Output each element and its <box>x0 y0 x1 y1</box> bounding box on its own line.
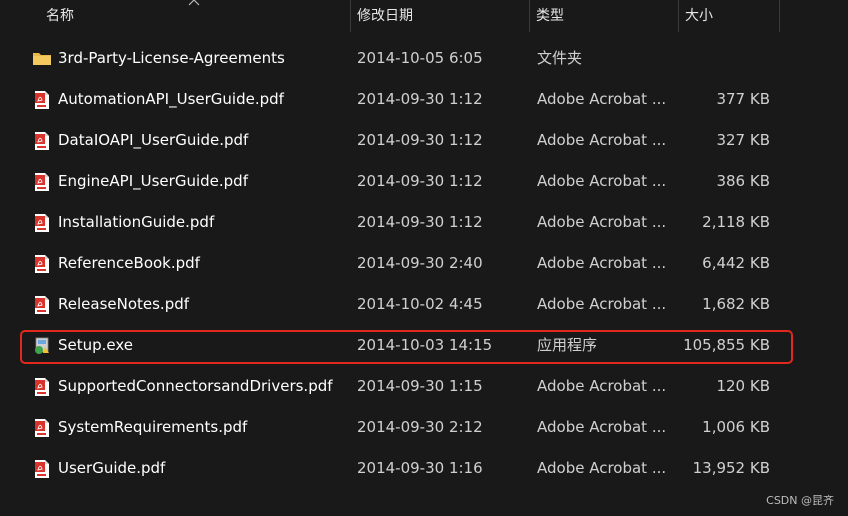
file-date: 2014-09-30 2:40 <box>357 254 483 272</box>
file-date: 2014-09-30 1:16 <box>357 459 483 477</box>
column-divider[interactable] <box>779 0 780 32</box>
file-name: AutomationAPI_UserGuide.pdf <box>58 90 284 108</box>
column-header-bar: 名称 修改日期 类型 大小 <box>0 0 848 32</box>
column-header-type[interactable]: 类型 <box>530 0 678 32</box>
file-row[interactable]: ReleaseNotes.pdf 2014-10-02 4:45 Adobe Acr… <box>0 284 848 325</box>
file-row[interactable]: EngineAPI_UserGuide.pdf 2014-09-30 1:12 Ad… <box>0 161 848 202</box>
pdf-file-icon <box>33 377 51 397</box>
file-type: 文件夹 <box>537 49 583 67</box>
file-row[interactable]: InstallationGuide.pdf 2014-09-30 1:12 Adob… <box>0 202 848 243</box>
column-header-date-label: 修改日期 <box>357 8 413 24</box>
file-date: 2014-09-30 2:12 <box>357 418 483 436</box>
file-name: Setup.exe <box>58 336 134 354</box>
file-type: Adobe Acrobat ... <box>537 213 667 231</box>
folder-icon <box>33 49 51 69</box>
file-size <box>680 38 770 79</box>
file-name: SystemRequirements.pdf <box>58 418 248 436</box>
file-date: 2014-09-30 1:12 <box>357 131 483 149</box>
file-type: Adobe Acrobat ... <box>537 377 667 395</box>
file-type: 应用程序 <box>537 336 598 354</box>
file-date: 2014-09-30 1:15 <box>357 377 483 395</box>
pdf-file-icon <box>33 254 51 274</box>
file-date: 2014-10-05 6:05 <box>357 49 483 67</box>
file-type: Adobe Acrobat ... <box>537 172 667 190</box>
column-header-date[interactable]: 修改日期 <box>351 0 529 32</box>
file-type: Adobe Acrobat ... <box>537 459 667 477</box>
file-type: Adobe Acrobat ... <box>537 418 667 436</box>
column-header-size[interactable]: 大小 <box>679 0 779 32</box>
file-name: EngineAPI_UserGuide.pdf <box>58 172 248 190</box>
file-type: Adobe Acrobat ... <box>537 131 667 149</box>
file-size: 105,855 KB <box>683 336 770 354</box>
file-size: 6,442 KB <box>702 254 770 272</box>
file-size: 1,006 KB <box>702 418 770 436</box>
file-row[interactable]: Setup.exe 2014-10-03 14:15 应用程序 105,855 KB <box>0 325 848 366</box>
column-header-name-label: 名称 <box>46 8 74 24</box>
sort-ascending-icon <box>188 0 200 6</box>
column-header-type-label: 类型 <box>536 8 564 24</box>
file-name: DataIOAPI_UserGuide.pdf <box>58 131 249 149</box>
setup-exe-icon <box>33 336 51 356</box>
file-name: 3rd-Party-License-Agreements <box>58 49 285 67</box>
file-name: ReferenceBook.pdf <box>58 254 200 272</box>
file-row[interactable]: SystemRequirements.pdf 2014-09-30 2:12 Ado… <box>0 407 848 448</box>
file-type: Adobe Acrobat ... <box>537 90 667 108</box>
file-row[interactable]: AutomationAPI_UserGuide.pdf 2014-09-30 1:… <box>0 79 848 120</box>
file-type: Adobe Acrobat ... <box>537 295 667 313</box>
file-row[interactable]: UserGuide.pdf 2014-09-30 1:16 Adobe Acroba… <box>0 448 848 489</box>
pdf-file-icon <box>33 213 51 233</box>
pdf-file-icon <box>33 131 51 151</box>
file-row[interactable]: SupportedConnectorsandDrivers.pdf 2014-09… <box>0 366 848 407</box>
pdf-file-icon <box>33 459 51 479</box>
file-name: ReleaseNotes.pdf <box>58 295 190 313</box>
pdf-file-icon <box>33 418 51 438</box>
file-date: 2014-09-30 1:12 <box>357 90 483 108</box>
file-size: 386 KB <box>716 172 770 190</box>
file-name: UserGuide.pdf <box>58 459 166 477</box>
column-header-size-label: 大小 <box>685 8 713 24</box>
file-size: 377 KB <box>716 90 770 108</box>
file-date: 2014-09-30 1:12 <box>357 172 483 190</box>
file-size: 327 KB <box>716 131 770 149</box>
file-row[interactable]: DataIOAPI_UserGuide.pdf 2014-09-30 1:12 Ad… <box>0 120 848 161</box>
file-name: InstallationGuide.pdf <box>58 213 215 231</box>
pdf-file-icon <box>33 172 51 192</box>
file-date: 2014-10-03 14:15 <box>357 336 493 354</box>
file-row[interactable]: ReferenceBook.pdf 2014-09-30 2:40 Adobe Ac… <box>0 243 848 284</box>
file-date: 2014-09-30 1:12 <box>357 213 483 231</box>
file-size: 2,118 KB <box>702 213 770 231</box>
file-list: 3rd-Party-License-Agreements 2014-10-05 6… <box>0 38 848 489</box>
watermark: CSDN @昆齐 <box>766 494 834 507</box>
file-date: 2014-10-02 4:45 <box>357 295 483 313</box>
pdf-file-icon <box>33 90 51 110</box>
file-name: SupportedConnectorsandDrivers.pdf <box>58 377 333 395</box>
file-type: Adobe Acrobat ... <box>537 254 667 272</box>
file-row[interactable]: 3rd-Party-License-Agreements 2014-10-05 6… <box>0 38 848 79</box>
file-size: 1,682 KB <box>702 295 770 313</box>
pdf-file-icon <box>33 295 51 315</box>
file-size: 13,952 KB <box>692 459 770 477</box>
file-size: 120 KB <box>716 377 770 395</box>
